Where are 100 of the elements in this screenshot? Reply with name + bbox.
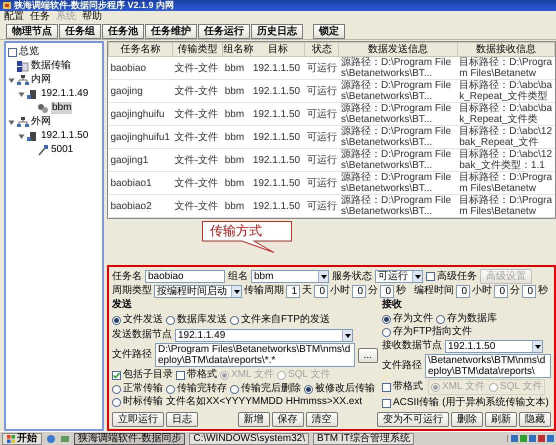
column-header[interactable]: 状态 xyxy=(304,42,339,56)
network-icon xyxy=(17,74,29,86)
menu-item[interactable]: 帮助 xyxy=(82,11,102,23)
browser-icon[interactable] xyxy=(46,434,56,444)
menu-item[interactable]: 配置 xyxy=(4,11,24,23)
checkbox[interactable]: ACSII传输 xyxy=(382,397,440,409)
input-field[interactable]: D:\Program Files\Betanetworks\BTM\nms\deploy\BTM\data\reports\*.* xyxy=(155,343,355,367)
expand-handle-icon[interactable] xyxy=(8,76,15,84)
radio-button[interactable]: 时标传输 xyxy=(112,396,163,408)
dropdown[interactable]: 192.1.1.50 xyxy=(445,340,543,352)
checkbox[interactable]: 带格式 xyxy=(176,369,217,381)
table-cell: bbm xyxy=(222,194,251,218)
column-header[interactable]: 组名称 xyxy=(222,42,251,56)
table-cell: 源路径：D:\Program Files\Betanetworks\BT... xyxy=(338,80,458,102)
table-cell: 192.1.1.50 xyxy=(250,126,305,148)
dropdown[interactable]: 192.1.1.49 xyxy=(175,328,353,342)
radio-button[interactable]: 被修改后传输 xyxy=(304,383,375,395)
action-button[interactable]: 隐藏 xyxy=(519,412,551,427)
tree-item[interactable]: 内网 xyxy=(31,74,51,86)
column-header[interactable]: 任务名称 xyxy=(108,42,173,56)
caret-icon xyxy=(318,271,328,282)
toolbar-button[interactable]: 任务池 xyxy=(102,24,144,38)
hint-text: 文件名如XX<YYYYMMDD HHmmss>XX.ext xyxy=(166,396,362,408)
checkbox[interactable]: 带格式 xyxy=(382,381,423,393)
dropdown[interactable]: 可运行 xyxy=(375,270,423,283)
tree-item[interactable]: 5001 xyxy=(51,144,74,156)
table-cell: 目标路径：D:\abc\12bak_Repeat_文件 xyxy=(457,126,554,148)
taskbar-button[interactable]: 狭海调端软件-数据同步 xyxy=(74,432,186,444)
radio-button[interactable]: 文件发送 xyxy=(112,314,163,326)
menu-item[interactable]: 任务 xyxy=(30,11,50,23)
browse-button[interactable]: ... xyxy=(358,348,378,362)
table-cell: 192.1.1.50 xyxy=(250,148,305,172)
tree-item[interactable]: bbm xyxy=(51,102,72,114)
radio-button[interactable]: 存为数据库 xyxy=(436,313,497,325)
radio-button[interactable]: 文件来自FTP的发送 xyxy=(230,314,330,326)
radio-button[interactable]: 存为文件 xyxy=(382,313,433,325)
action-button[interactable]: 刷新 xyxy=(485,412,517,427)
windows-icon xyxy=(7,434,15,442)
expand-handle-icon[interactable] xyxy=(18,90,25,98)
table-cell: 可运行 xyxy=(304,80,339,102)
action-button[interactable]: 清空 xyxy=(306,412,338,427)
action-button[interactable]: 保存 xyxy=(272,412,304,427)
taskbar-button[interactable]: C:\WINDOWS\system32\ xyxy=(189,432,310,444)
expand-handle-icon[interactable] xyxy=(18,132,25,140)
action-button[interactable]: 新增 xyxy=(238,412,270,427)
table-cell: 文件-文件 xyxy=(172,80,223,102)
tree-item[interactable]: 192.1.1.49 xyxy=(41,88,88,100)
action-button[interactable]: 删除 xyxy=(451,412,483,427)
table-cell: 文件-文件 xyxy=(172,194,223,218)
checkbox[interactable]: 包括子目录 xyxy=(112,369,173,381)
spinner-field[interactable]: 0 xyxy=(456,284,470,298)
table-cell: bbm xyxy=(222,172,251,194)
table-cell: bbm xyxy=(222,126,251,148)
radio-button[interactable]: 存为FTP指向文件 xyxy=(382,326,472,338)
tree-item[interactable]: 外网 xyxy=(31,116,51,128)
tree-item[interactable]: 数据传输 xyxy=(31,60,71,72)
toolbar-button[interactable]: 物理节点 xyxy=(6,24,58,38)
expand-handle-icon[interactable] xyxy=(8,118,15,126)
toolbar-button[interactable]: 任务运行 xyxy=(198,24,250,38)
spinner-field[interactable]: 1 xyxy=(286,284,300,298)
table-cell: 192.1.1.50 xyxy=(250,102,305,126)
desktop-icon[interactable] xyxy=(60,434,70,444)
toolbar-button[interactable]: 任务组 xyxy=(59,24,101,38)
action-button[interactable]: 日志 xyxy=(166,412,198,427)
radio-button[interactable]: 正常传输 xyxy=(112,383,163,395)
table-cell: 文件-文件 xyxy=(172,148,223,172)
tree-root-checkbox[interactable]: 总览 xyxy=(8,46,39,58)
start-button[interactable]: 开始 xyxy=(2,432,42,444)
dropdown[interactable]: 按编程时间启动 xyxy=(154,284,242,298)
field-label: 文件路径 xyxy=(382,360,422,372)
spinner-field[interactable]: 0 xyxy=(380,284,394,298)
spinner-field[interactable]: 0 xyxy=(494,284,508,298)
input-field[interactable]: \Betanetworks\BTM\nms\deploy\BTM\data\reports\ xyxy=(425,354,551,378)
radio-button[interactable]: 传输完转存 xyxy=(166,383,227,395)
dropdown[interactable]: bbm xyxy=(251,270,329,283)
spinner-field[interactable]: 0 xyxy=(352,284,366,298)
taskbar-button[interactable]: BTM IT综合管理系统 xyxy=(313,432,414,444)
spinner-field[interactable]: 0 xyxy=(522,284,536,298)
radio-button[interactable]: 数据库发送 xyxy=(166,314,227,326)
field-label: 周期类型 xyxy=(112,285,152,297)
field-label: 编程时间 xyxy=(414,285,454,297)
table-cell: 目标路径：D:\abc\12bak_文件类型：1.1 xyxy=(457,148,554,172)
lock-button[interactable]: 锁定 xyxy=(313,24,345,38)
spinner-field[interactable]: 0 xyxy=(314,284,328,298)
column-header[interactable]: 数据接收信息 xyxy=(457,42,554,56)
radio-button[interactable]: 传输完后删除 xyxy=(230,383,301,395)
column-header[interactable]: 传输类型 xyxy=(172,42,223,56)
table-cell: gaojing1 xyxy=(108,148,173,172)
table-cell: 源路径：D:\Program Files\Betanetworks\BT... xyxy=(338,126,458,148)
table-cell: bbm xyxy=(222,148,251,172)
input-field[interactable]: baobiao xyxy=(145,270,225,283)
tree-item[interactable]: 192.1.1.50 xyxy=(41,130,88,142)
column-header[interactable]: 数据发送信息 xyxy=(338,42,458,56)
table-cell: 目标路径：D:\Program Files\Betanetw xyxy=(457,56,554,80)
toolbar-button[interactable]: 任务维护 xyxy=(145,24,197,38)
toolbar-button[interactable]: 历史日志 xyxy=(251,24,303,38)
section-title: 发送 xyxy=(112,299,132,311)
checkbox[interactable]: 高级任务 xyxy=(426,270,477,282)
action-button[interactable]: 立即运行 xyxy=(112,412,164,427)
action-button[interactable]: 变为不可运行 xyxy=(377,412,449,427)
